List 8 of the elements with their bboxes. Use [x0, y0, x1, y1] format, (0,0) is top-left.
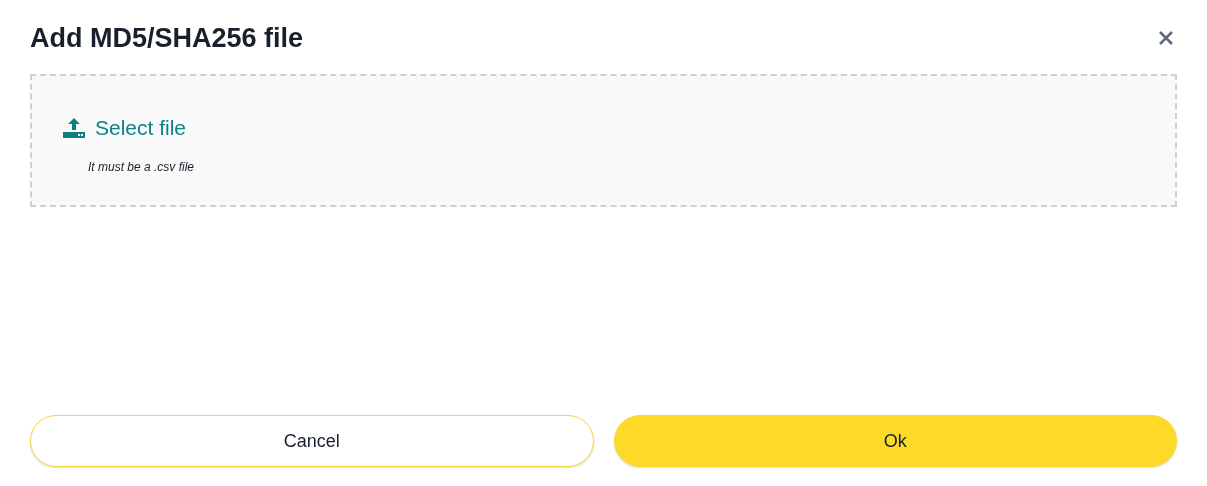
- file-hint: It must be a .csv file: [88, 158, 196, 176]
- cancel-button[interactable]: Cancel: [30, 415, 594, 467]
- close-icon[interactable]: [1158, 30, 1174, 46]
- ok-button[interactable]: Ok: [613, 415, 1177, 467]
- upload-icon: [63, 116, 85, 139]
- dialog-title: Add MD5/SHA256 file: [30, 21, 304, 55]
- file-drop-zone[interactable]: Select file It must be a .csv file: [30, 74, 1177, 207]
- select-file-link[interactable]: Select file: [95, 112, 187, 144]
